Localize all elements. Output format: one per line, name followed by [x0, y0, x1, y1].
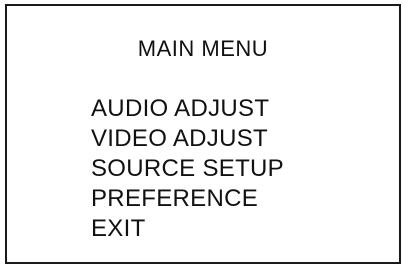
menu-item-exit[interactable]: EXIT [91, 214, 284, 244]
menu-list: AUDIO ADJUST VIDEO ADJUST SOURCE SETUP P… [91, 94, 284, 244]
menu-item-audio-adjust[interactable]: AUDIO ADJUST [91, 94, 284, 124]
menu-title: MAIN MENU [137, 36, 269, 61]
main-menu-panel: MAIN MENU AUDIO ADJUST VIDEO ADJUST SOUR… [5, 4, 401, 264]
menu-item-video-adjust[interactable]: VIDEO ADJUST [91, 124, 284, 154]
menu-item-preference[interactable]: PREFERENCE [91, 184, 284, 214]
menu-item-source-setup[interactable]: SOURCE SETUP [91, 154, 284, 184]
